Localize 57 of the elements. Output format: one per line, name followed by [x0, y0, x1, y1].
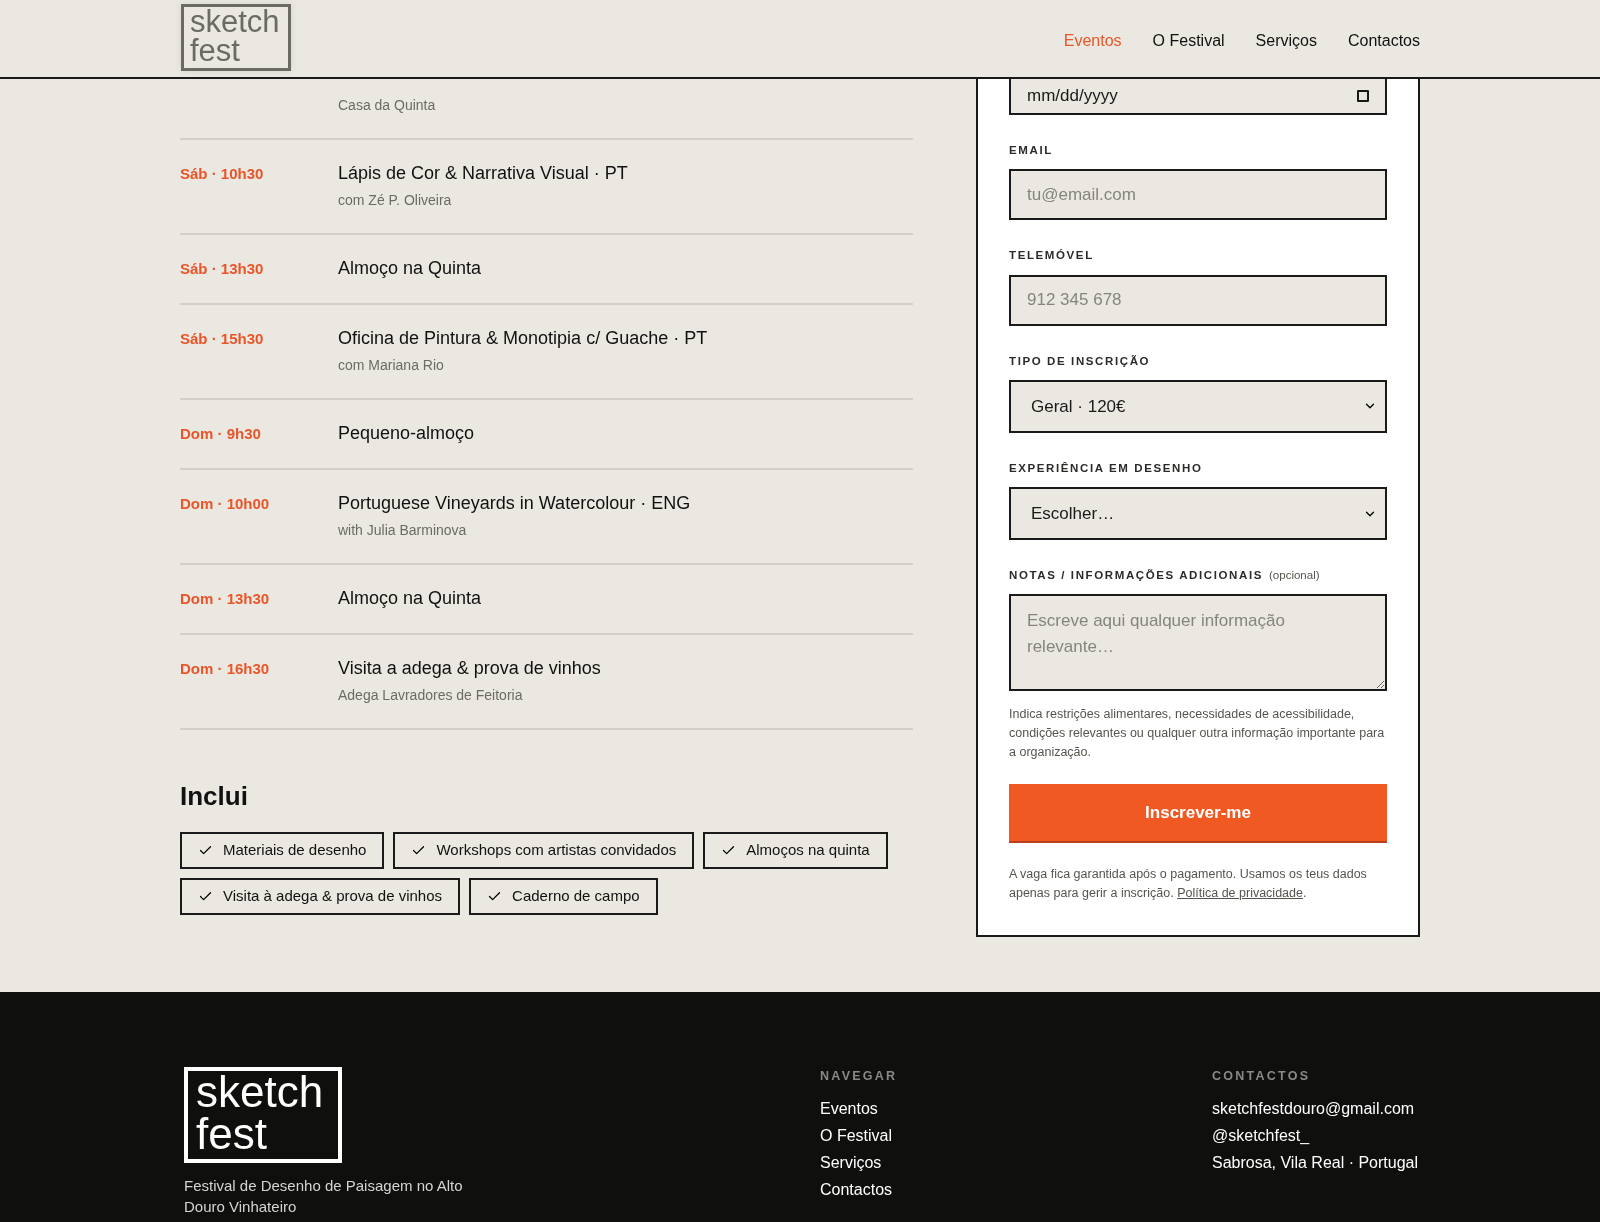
session-title: Oficina de Pintura & Monotipia c/ Guache · PT	[338, 327, 708, 349]
session-subtitle: Adega Lavradores de Feitoria	[338, 686, 524, 705]
session-subtitle: com Mariana Rio	[338, 356, 445, 375]
footer-link[interactable]: Contactos	[820, 1178, 1212, 1200]
date-field[interactable]: mm/dd/yyyy	[1009, 79, 1387, 115]
consent-note: A vaga fica garantida após o pagamento. Usamos os teus dados apenas para gerir a inscrição. Política de privacidade.	[1009, 866, 1368, 903]
footer-heading: NAVEGAR	[820, 1068, 899, 1085]
logo[interactable]: sketch fest	[184, 1067, 342, 1163]
footer-link[interactable]: O Festival	[820, 1124, 1212, 1146]
session-title: Almoço na Quinta	[338, 257, 482, 279]
contact-info: @sketchfest_	[1212, 1125, 1311, 1146]
contact-info: Sabrosa, Vila Real · Portugal	[1212, 1152, 1419, 1173]
session-title: Pequeno-almoço	[338, 422, 475, 444]
field-label: EXPERIÊNCIA EM DESENHO	[1009, 460, 1203, 476]
footer-tagline: Festival de Desenho de Paisagem no Alto Douro Vinhateiro	[184, 1175, 464, 1217]
field-label: NOTAS / INFORMAÇÕES ADICIONAIS	[1009, 568, 1264, 583]
field-label: TIPO DE INSCRIÇÃO	[1009, 353, 1151, 369]
session-title: Visita a adega & prova de vinhos	[338, 657, 601, 679]
calendar-icon	[1357, 90, 1369, 102]
session-title: Portuguese Vineyards in Watercolour · ENG	[338, 492, 691, 514]
session-title: Almoço na Quinta	[338, 587, 482, 609]
included-item-tag: Workshops com artistas convidados	[393, 832, 695, 869]
field-label: EMAIL	[1009, 143, 1053, 158]
included-item-tag: Materiais de desenho	[180, 832, 385, 869]
session-subtitle: Casa da Quinta	[338, 96, 436, 115]
nav-link[interactable]: O Festival	[1152, 29, 1225, 53]
session-time: Dom · 9h30	[180, 425, 261, 442]
footer-link[interactable]: Serviços	[820, 1151, 1212, 1173]
text-field[interactable]: 912 345 678	[1009, 274, 1387, 326]
nav-link[interactable]: Serviços	[1255, 29, 1317, 53]
optional-hint: (opcional)	[1269, 568, 1320, 583]
section-title: Inclui	[180, 780, 249, 813]
included-item-tag: Visita à adega & prova de vinhos	[180, 878, 461, 915]
contact-info: sketchfestdouro@gmail.com	[1212, 1098, 1416, 1119]
session-time: Dom · 16h30	[180, 660, 270, 677]
session-subtitle: with Julia Barminova	[338, 521, 468, 540]
session-time: Sáb · 10h30	[180, 165, 264, 182]
session-time: Dom · 10h00	[180, 495, 270, 512]
footer-heading: CONTACTOS	[1212, 1068, 1312, 1085]
session-subtitle: com Zé P. Oliveira	[338, 191, 453, 210]
text-field[interactable]: tu@email.com	[1009, 169, 1387, 221]
date-value: mm/dd/yyyy	[1027, 85, 1118, 108]
select-field[interactable]: Escolher…	[1009, 487, 1387, 540]
session-time: Dom · 13h30	[180, 590, 270, 607]
nav-link[interactable]: Contactos	[1347, 29, 1420, 53]
logo[interactable]: sketch fest	[181, 4, 291, 71]
session-time: Sáb · 15h30	[180, 330, 264, 347]
select-field[interactable]: Geral · 120€	[1009, 379, 1387, 433]
field-label: TELEMÓVEL	[1009, 248, 1094, 264]
session-time: Sáb · 13h30	[180, 260, 264, 277]
notes-textarea[interactable]: Escreve aqui qualquer informação relevante…	[1009, 594, 1387, 692]
help-text: Indica restrições alimentares, necessidades de acessibilidade, condições relevantes ou qualquer outra informação importante para a organização.	[1009, 706, 1386, 762]
included-item-tag: Almoços na quinta	[703, 832, 888, 869]
included-item-tag: Caderno de campo	[469, 878, 658, 915]
privacy-link[interactable]: Política de privacidade	[1177, 886, 1303, 901]
session-title: Lápis de Cor & Narrativa Visual · PT	[338, 162, 628, 184]
footer-link[interactable]: Eventos	[820, 1097, 1212, 1119]
